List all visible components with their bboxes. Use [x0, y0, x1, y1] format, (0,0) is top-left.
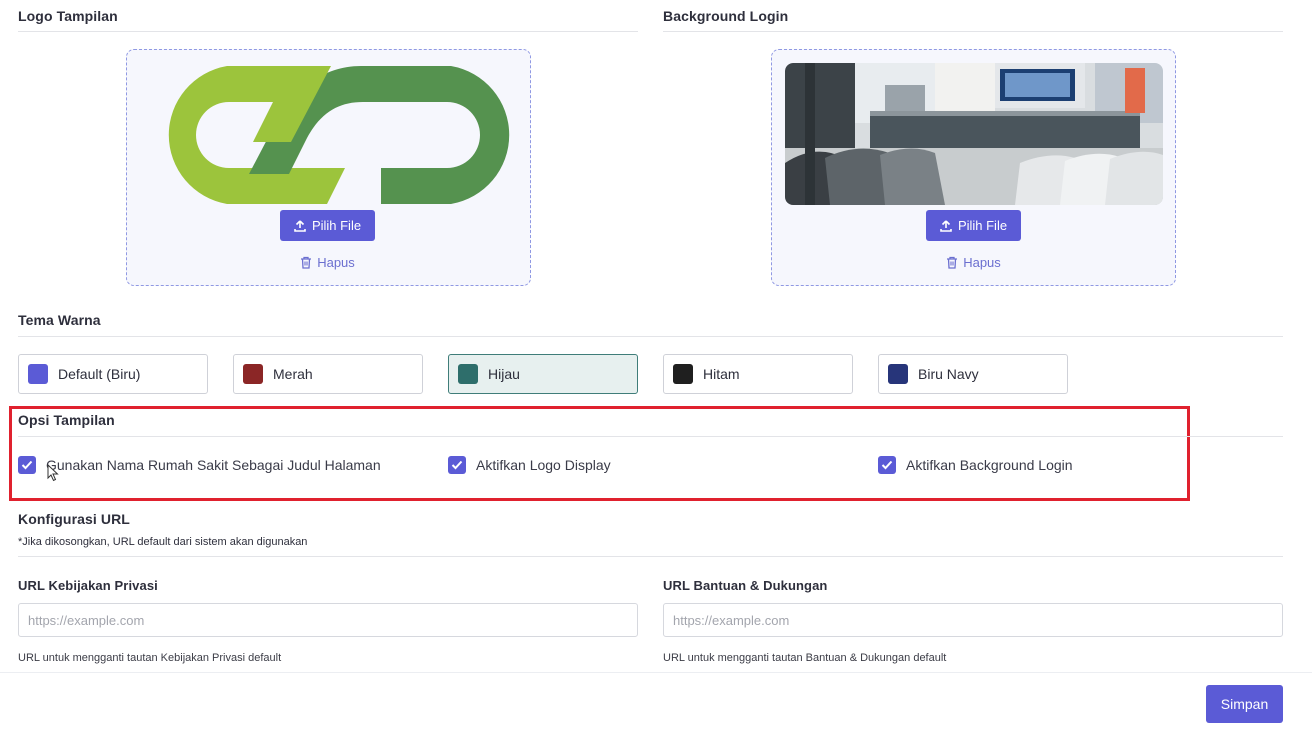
support-url-placeholder: https://example.com: [673, 612, 790, 628]
checkbox-checked[interactable]: [448, 456, 466, 474]
background-delete-label: Hapus: [963, 254, 1001, 270]
color-swatch: [28, 364, 48, 384]
url-config-note: *Jika dikosongkan, URL default dari sist…: [18, 536, 308, 548]
checkbox-checked[interactable]: [878, 456, 896, 474]
divider: [18, 31, 638, 32]
logo-upload-label: Pilih File: [311, 218, 362, 233]
theme-option-label: Hitam: [703, 366, 740, 382]
background-delete-link[interactable]: Hapus: [926, 252, 1021, 272]
option-hospital-name-title[interactable]: Gunakan Nama Rumah Sakit Sebagai Judul H…: [18, 456, 381, 474]
option-background-login[interactable]: Aktifkan Background Login: [878, 456, 1073, 474]
logo-upload-button[interactable]: Pilih File: [280, 210, 375, 241]
color-swatch: [673, 364, 693, 384]
option-logo-display[interactable]: Aktifkan Logo Display: [448, 456, 611, 474]
mouse-cursor-icon: [47, 464, 59, 482]
checkbox-checked[interactable]: [18, 456, 36, 474]
background-upload-button[interactable]: Pilih File: [926, 210, 1021, 241]
option-label: Aktifkan Background Login: [906, 457, 1073, 473]
support-url-hint: URL untuk mengganti tautan Bantuan & Duk…: [663, 652, 947, 664]
privacy-url-input[interactable]: https://example.com: [18, 603, 638, 637]
color-swatch: [243, 364, 263, 384]
check-icon: [21, 460, 33, 470]
divider: [18, 336, 1283, 337]
privacy-url-label: URL Kebijakan Privasi: [18, 578, 158, 593]
theme-option[interactable]: Hijau: [448, 354, 638, 394]
background-upload-box: Pilih File Hapus: [771, 49, 1176, 286]
display-options-title: Opsi Tampilan: [18, 412, 115, 428]
background-section-title: Background Login: [663, 8, 789, 24]
theme-option-label: Hijau: [488, 366, 520, 382]
theme-option-label: Default (Biru): [58, 366, 141, 382]
option-label: Gunakan Nama Rumah Sakit Sebagai Judul H…: [46, 457, 381, 473]
check-icon: [451, 460, 463, 470]
save-button[interactable]: Simpan: [1206, 685, 1283, 723]
option-label: Aktifkan Logo Display: [476, 457, 611, 473]
divider: [663, 31, 1283, 32]
upload-icon: [940, 219, 952, 232]
privacy-url-placeholder: https://example.com: [28, 612, 145, 628]
theme-option[interactable]: Merah: [233, 354, 423, 394]
trash-icon: [300, 256, 312, 269]
highlight-frame: [9, 406, 1190, 501]
support-url-input[interactable]: https://example.com: [663, 603, 1283, 637]
upload-icon: [294, 219, 306, 232]
privacy-url-hint: URL untuk mengganti tautan Kebijakan Pri…: [18, 652, 282, 664]
trash-icon: [946, 256, 958, 269]
support-url-label: URL Bantuan & Dukungan: [663, 578, 828, 593]
theme-option-label: Biru Navy: [918, 366, 979, 382]
logo-delete-link[interactable]: Hapus: [280, 252, 375, 272]
divider: [18, 436, 1283, 437]
color-swatch: [888, 364, 908, 384]
url-config-title: Konfigurasi URL: [18, 511, 130, 527]
divider: [18, 556, 1283, 557]
logo-delete-label: Hapus: [317, 254, 355, 270]
theme-option-label: Merah: [273, 366, 313, 382]
theme-option[interactable]: Hitam: [663, 354, 853, 394]
check-icon: [881, 460, 893, 470]
logo-section-title: Logo Tampilan: [18, 8, 118, 24]
footer-bar: [0, 672, 1312, 736]
theme-option[interactable]: Default (Biru): [18, 354, 208, 394]
logo-preview-image: [168, 66, 510, 204]
color-swatch: [458, 364, 478, 384]
theme-section-title: Tema Warna: [18, 312, 101, 328]
background-upload-label: Pilih File: [957, 218, 1008, 233]
theme-option[interactable]: Biru Navy: [878, 354, 1068, 394]
background-preview-image: [785, 63, 1163, 205]
logo-upload-box: Pilih File Hapus: [126, 49, 531, 286]
